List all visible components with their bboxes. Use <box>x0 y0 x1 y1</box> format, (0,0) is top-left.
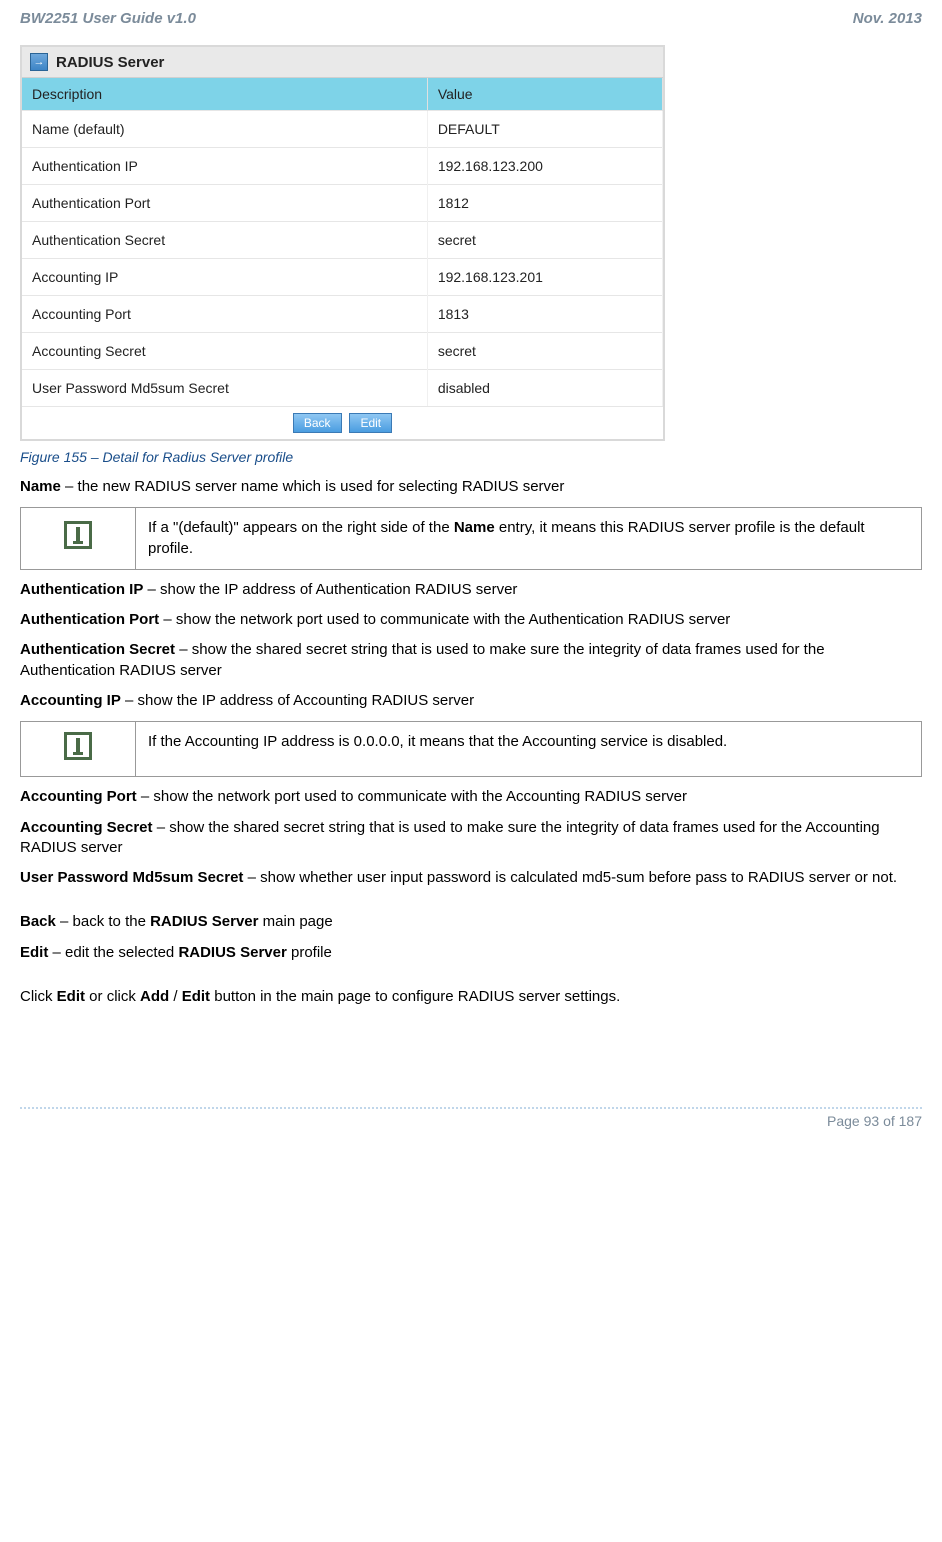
panel-title: RADIUS Server <box>56 54 164 71</box>
acct-secret-paragraph: Accounting Secret – show the shared secr… <box>20 818 922 859</box>
click-paragraph: Click Edit or click Add / Edit button in… <box>20 987 922 1007</box>
arrow-right-icon[interactable]: → <box>30 53 48 71</box>
info-text: If a "(default)" appears on the right si… <box>136 508 922 570</box>
table-row: Accounting Secretsecret <box>22 333 663 370</box>
col-description: Description <box>22 78 427 111</box>
panel-header: → RADIUS Server <box>22 47 663 78</box>
page-number: Page 93 of 187 <box>827 1113 922 1129</box>
doc-date: Nov. 2013 <box>853 10 922 27</box>
table-header-row: Description Value <box>22 78 663 111</box>
back-button[interactable]: Back <box>293 413 342 433</box>
page-footer: Page 93 of 187 <box>20 1107 922 1129</box>
md5-paragraph: User Password Md5sum Secret – show wheth… <box>20 868 922 888</box>
doc-title: BW2251 User Guide v1.0 <box>20 10 196 27</box>
info-icon-cell <box>21 722 136 777</box>
edit-paragraph: Edit – edit the selected RADIUS Server p… <box>20 943 922 963</box>
panel-button-row: Back Edit <box>22 406 663 439</box>
info-box-default: If a "(default)" appears on the right si… <box>20 507 922 570</box>
figure-caption: Figure 155 – Detail for Radius Server pr… <box>20 449 922 465</box>
info-box-accounting: If the Accounting IP address is 0.0.0.0,… <box>20 721 922 777</box>
table-row: User Password Md5sum Secretdisabled <box>22 370 663 407</box>
radius-table: Description Value Name (default)DEFAULT … <box>22 78 663 406</box>
table-row: Authentication IP192.168.123.200 <box>22 148 663 185</box>
info-icon <box>64 521 92 549</box>
page-header: BW2251 User Guide v1.0 Nov. 2013 <box>20 10 922 27</box>
auth-secret-paragraph: Authentication Secret – show the shared … <box>20 640 922 681</box>
name-paragraph: Name – the new RADIUS server name which … <box>20 477 922 497</box>
col-value: Value <box>427 78 662 111</box>
back-paragraph: Back – back to the RADIUS Server main pa… <box>20 912 922 932</box>
table-row: Accounting Port1813 <box>22 296 663 333</box>
table-row: Authentication Secretsecret <box>22 222 663 259</box>
table-row: Name (default)DEFAULT <box>22 111 663 148</box>
edit-button[interactable]: Edit <box>349 413 392 433</box>
info-text: If the Accounting IP address is 0.0.0.0,… <box>136 722 922 777</box>
table-row: Accounting IP192.168.123.201 <box>22 259 663 296</box>
radius-server-panel: → RADIUS Server Description Value Name (… <box>20 45 665 441</box>
table-row: Authentication Port1812 <box>22 185 663 222</box>
auth-port-paragraph: Authentication Port – show the network p… <box>20 610 922 630</box>
info-icon-cell <box>21 508 136 570</box>
acct-port-paragraph: Accounting Port – show the network port … <box>20 787 922 807</box>
acct-ip-paragraph: Accounting IP – show the IP address of A… <box>20 691 922 711</box>
auth-ip-paragraph: Authentication IP – show the IP address … <box>20 580 922 600</box>
info-icon <box>64 732 92 760</box>
